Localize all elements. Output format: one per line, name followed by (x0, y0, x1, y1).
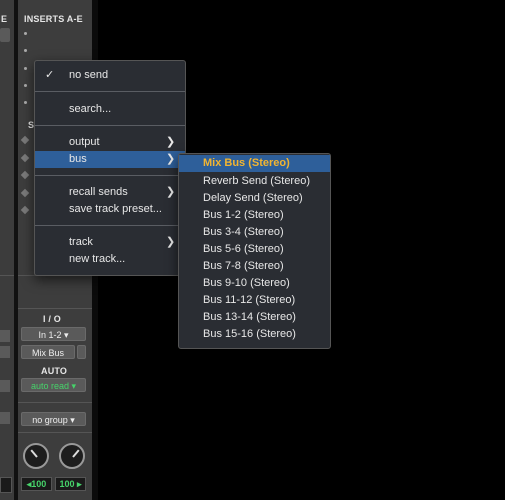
inserts-header: INSERTS A-E (24, 14, 83, 24)
insert-slot-d[interactable] (24, 84, 27, 87)
submenu-item-bus-9-10[interactable]: Bus 9-10 (Stereo) (179, 275, 330, 292)
send-assignment-menu: ✓ no send search... output ❯ bus ❯ recal… (34, 60, 186, 276)
bus-submenu: Mix Bus (Stereo) Reverb Send (Stereo) De… (178, 153, 331, 349)
left-strip-select[interactable] (0, 330, 10, 342)
menu-item-search[interactable]: search... (35, 101, 185, 118)
submenu-item-reverb-send[interactable]: Reverb Send (Stereo) (179, 173, 330, 190)
submenu-item-delay-send[interactable]: Delay Send (Stereo) (179, 190, 330, 207)
strip-separator-2 (18, 308, 92, 309)
pan-right-value[interactable]: 100 ▸ (55, 477, 86, 491)
submenu-item-bus-5-6[interactable]: Bus 5-6 (Stereo) (179, 241, 330, 258)
check-icon: ✓ (45, 69, 55, 81)
submenu-item-bus-13-14[interactable]: Bus 13-14 (Stereo) (179, 309, 330, 326)
chevron-right-icon: ❯ (166, 136, 176, 148)
auto-label: AUTO (41, 366, 68, 376)
menu-item-output[interactable]: output ❯ (35, 134, 185, 151)
adjacent-track-strip (0, 0, 14, 500)
strip-separator-4 (18, 432, 92, 433)
submenu-item-bus-1-2[interactable]: Bus 1-2 (Stereo) (179, 207, 330, 224)
output-options-button[interactable] (77, 345, 86, 359)
insert-slot-e[interactable] (24, 101, 27, 104)
submenu-item-mix-bus[interactable]: Mix Bus (Stereo) (179, 155, 330, 172)
menu-item-bus[interactable]: bus ❯ (35, 151, 185, 168)
strip-separator-left (0, 275, 14, 276)
left-strip-select-4[interactable] (0, 412, 10, 424)
menu-item-recall-sends[interactable]: recall sends ❯ (35, 184, 185, 201)
insert-slot-c[interactable] (24, 67, 27, 70)
menu-separator (35, 125, 185, 126)
pan-right-knob[interactable] (59, 443, 85, 469)
submenu-item-bus-11-12[interactable]: Bus 11-12 (Stereo) (179, 292, 330, 309)
submenu-item-bus-15-16[interactable]: Bus 15-16 (Stereo) (179, 326, 330, 343)
left-strip-readout (0, 477, 12, 493)
io-label: I / O (43, 314, 62, 324)
submenu-item-bus-3-4[interactable]: Bus 3-4 (Stereo) (179, 224, 330, 241)
insert-slot-b[interactable] (24, 49, 27, 52)
insert-slot-a[interactable] (24, 32, 27, 35)
submenu-item-bus-7-8[interactable]: Bus 7-8 (Stereo) (179, 258, 330, 275)
menu-item-new-track[interactable]: new track... (35, 251, 185, 268)
left-strip-label: E (1, 14, 8, 24)
strip-separator-3 (18, 402, 92, 403)
menu-separator (35, 175, 185, 176)
chevron-right-icon: ❯ (166, 236, 176, 248)
chevron-right-icon: ❯ (166, 153, 176, 165)
output-select[interactable]: Mix Bus (21, 345, 75, 359)
menu-item-save-track-preset[interactable]: save track preset... (35, 201, 185, 218)
group-select[interactable]: no group ▾ (21, 412, 86, 426)
pan-left-value[interactable]: ◂100 (21, 477, 52, 491)
menu-item-no-send[interactable]: ✓ no send (35, 67, 185, 84)
menu-item-track[interactable]: track ❯ (35, 234, 185, 251)
left-strip-select-3[interactable] (0, 380, 10, 392)
menu-separator (35, 91, 185, 92)
automation-mode-select[interactable]: auto read ▾ (21, 378, 86, 392)
pan-left-knob[interactable] (23, 443, 49, 469)
menu-separator (35, 225, 185, 226)
left-strip-select-2[interactable] (0, 346, 10, 358)
left-strip-button[interactable] (0, 28, 10, 42)
input-select[interactable]: In 1-2 ▾ (21, 327, 86, 341)
chevron-right-icon: ❯ (166, 186, 176, 198)
